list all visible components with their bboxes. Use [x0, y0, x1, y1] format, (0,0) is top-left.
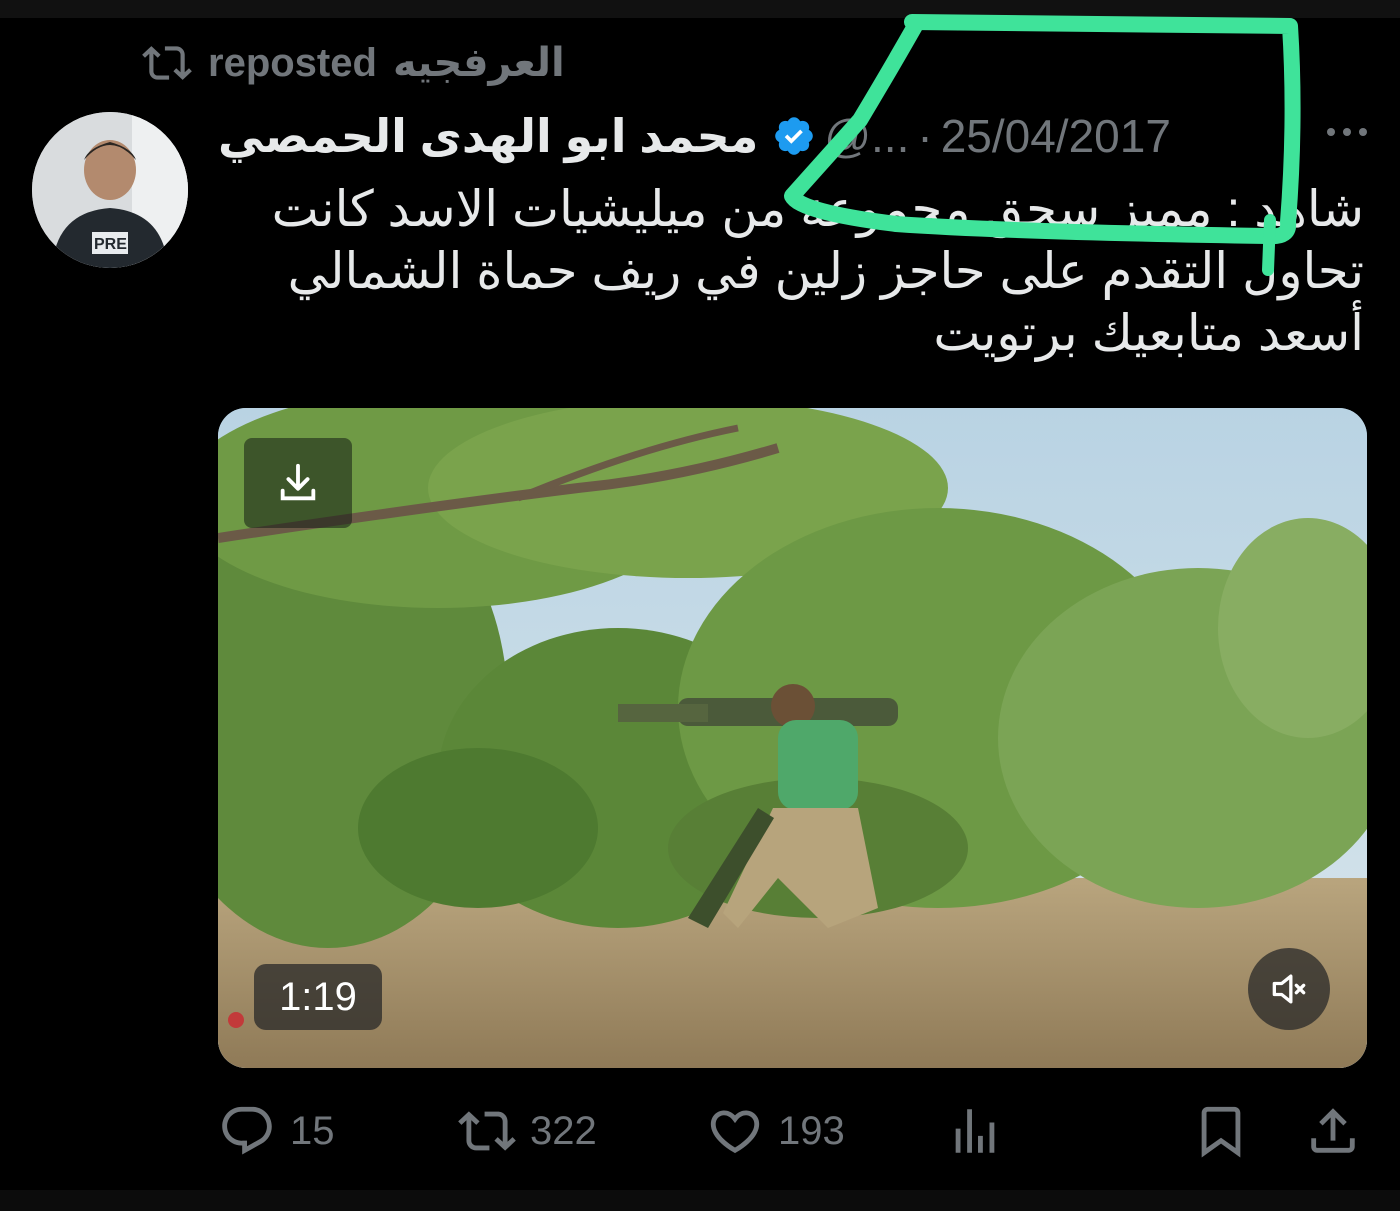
tweet-header: محمد ابو الهدى الحمصي @... · 25/04/2017: [218, 106, 1378, 166]
tweet-actions: 15 322 193: [218, 1098, 1368, 1164]
separator-dot: ·: [917, 110, 933, 162]
views-icon: [955, 1109, 995, 1153]
display-name[interactable]: محمد ابو الهدى الحمصي: [218, 109, 758, 163]
repost-label: reposted: [208, 40, 377, 85]
reply-button[interactable]: 15: [218, 1098, 335, 1164]
mute-button[interactable]: [1248, 948, 1330, 1030]
tweet-text: شاهد : مميز سحق مجموعة من ميليشيات الاسد…: [264, 178, 1364, 364]
user-handle[interactable]: @...: [824, 109, 909, 163]
tweet-text-line: تحاول التقدم على حاجز زلين في ريف حماة ا…: [287, 243, 1364, 299]
avatar-image: PRE: [32, 112, 188, 268]
bookmark-icon: [1201, 1106, 1241, 1158]
video-frame: [218, 408, 1367, 1068]
heart-icon: [710, 1110, 760, 1154]
status-strip: [0, 0, 1400, 18]
reply-icon: [222, 1106, 272, 1155]
share-button[interactable]: [1304, 1098, 1362, 1164]
repost-line[interactable]: reposted العرفجيه: [142, 38, 565, 88]
reposter-name[interactable]: العرفجيه: [393, 40, 565, 86]
tweet-date[interactable]: 25/04/2017: [941, 109, 1171, 163]
verified-badge-icon: [775, 117, 814, 155]
like-count: 193: [778, 1108, 845, 1153]
bookmark-button[interactable]: [1192, 1098, 1250, 1164]
svg-text:PRE: PRE: [94, 236, 127, 253]
reply-count: 15: [290, 1108, 335, 1153]
views-button[interactable]: [946, 1098, 1004, 1164]
repost-icon: [142, 46, 192, 80]
like-button[interactable]: 193: [706, 1098, 845, 1164]
share-icon: [1311, 1108, 1355, 1153]
download-button[interactable]: [244, 438, 352, 528]
repost-button[interactable]: 322: [458, 1098, 597, 1164]
tweet-page: reposted العرفجيه PRE محمد ابو الهدى الح…: [0, 0, 1400, 1211]
repost-count: 322: [530, 1108, 597, 1153]
more-icon[interactable]: [1322, 112, 1372, 152]
video-duration: 1:19: [254, 964, 382, 1030]
repost-icon: [458, 1111, 516, 1151]
video-player[interactable]: 1:19: [218, 408, 1367, 1068]
mute-icon: [1272, 974, 1306, 1004]
bottom-strip: [0, 1190, 1400, 1211]
tweet-text-line: شاهد : مميز سحق مجموعة من ميليشيات الاسد…: [271, 181, 1364, 237]
tweet-text-line: أسعد متابعيك برتويت: [933, 305, 1364, 361]
avatar[interactable]: PRE: [32, 112, 188, 268]
download-icon: [280, 463, 316, 501]
